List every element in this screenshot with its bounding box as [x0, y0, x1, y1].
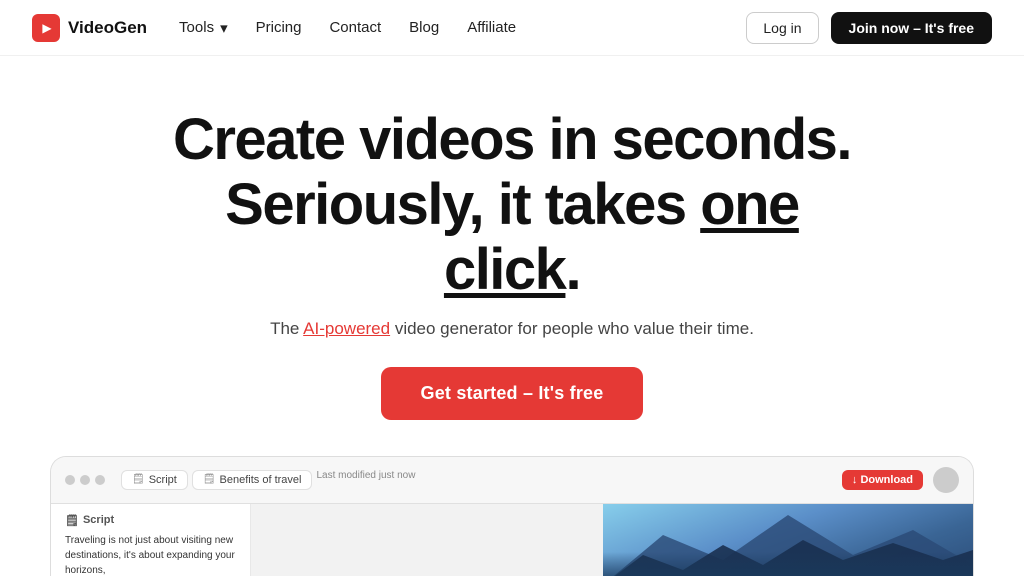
app-tabs: 🗒 Script 🗒 Benefits of travel Last modif… [121, 470, 415, 490]
modified-label: Last modified just now [316, 470, 415, 490]
dot-maximize [95, 475, 105, 485]
app-content [251, 504, 973, 576]
dot-close [65, 475, 75, 485]
app-toolbar: 🗒 Script 🗒 Benefits of travel Last modif… [51, 457, 973, 504]
tab-script[interactable]: 🗒 Script [121, 470, 188, 490]
login-button[interactable]: Log in [746, 12, 818, 44]
tab-benefits[interactable]: 🗒 Benefits of travel [192, 470, 313, 490]
brand-name: VideoGen [68, 18, 147, 38]
nav-blog[interactable]: Blog [409, 19, 439, 36]
tab-script-label: Script [149, 474, 177, 486]
nav-contact[interactable]: Contact [329, 19, 381, 36]
app-preview: 🗒 Script 🗒 Benefits of travel Last modif… [50, 456, 974, 576]
hero-subtitle: The AI-powered video generator for peopl… [270, 319, 754, 339]
tools-menu[interactable]: Tools ▾ [179, 19, 228, 37]
hero-title: Create videos in seconds. Seriously, it … [152, 108, 872, 303]
hero-title-period: . [565, 237, 580, 302]
tab-benefits-label: Benefits of travel [220, 474, 302, 486]
chevron-down-icon: ▾ [220, 19, 228, 37]
video-preview [603, 504, 973, 576]
dot-minimize [80, 475, 90, 485]
cta-button[interactable]: Get started – It's free [381, 367, 644, 420]
logo-icon [32, 14, 60, 42]
doc-icon: 🗒 [132, 474, 145, 485]
hero-title-line1: Create videos in seconds. [173, 107, 851, 172]
nav-pricing[interactable]: Pricing [256, 19, 302, 36]
join-button[interactable]: Join now – It's free [831, 12, 992, 44]
window-controls [65, 475, 105, 485]
subtitle-before: The [270, 319, 303, 338]
ai-powered-link[interactable]: AI-powered [303, 319, 390, 338]
hero-title-line2-before: Seriously, it takes [225, 172, 700, 237]
logo[interactable]: VideoGen [32, 14, 147, 42]
navigation: VideoGen Tools ▾ Pricing Contact Blog Af… [0, 0, 1024, 56]
tools-label: Tools [179, 19, 214, 36]
script-sidebar: 🗒 Script Traveling is not just about vis… [51, 504, 251, 576]
subtitle-after: video generator for people who value the… [390, 319, 754, 338]
nav-affiliate[interactable]: Affiliate [467, 19, 516, 36]
sidebar-script-label: 🗒 Script [65, 514, 236, 527]
download-button[interactable]: ↓ Download [842, 470, 923, 490]
user-avatar [933, 467, 959, 493]
script-icon: 🗒 [65, 514, 79, 527]
doc-icon-2: 🗒 [203, 474, 216, 485]
hero-section: Create videos in seconds. Seriously, it … [0, 56, 1024, 420]
sidebar-text: Traveling is not just about visiting new… [65, 533, 236, 576]
app-body: 🗒 Script Traveling is not just about vis… [51, 504, 973, 576]
